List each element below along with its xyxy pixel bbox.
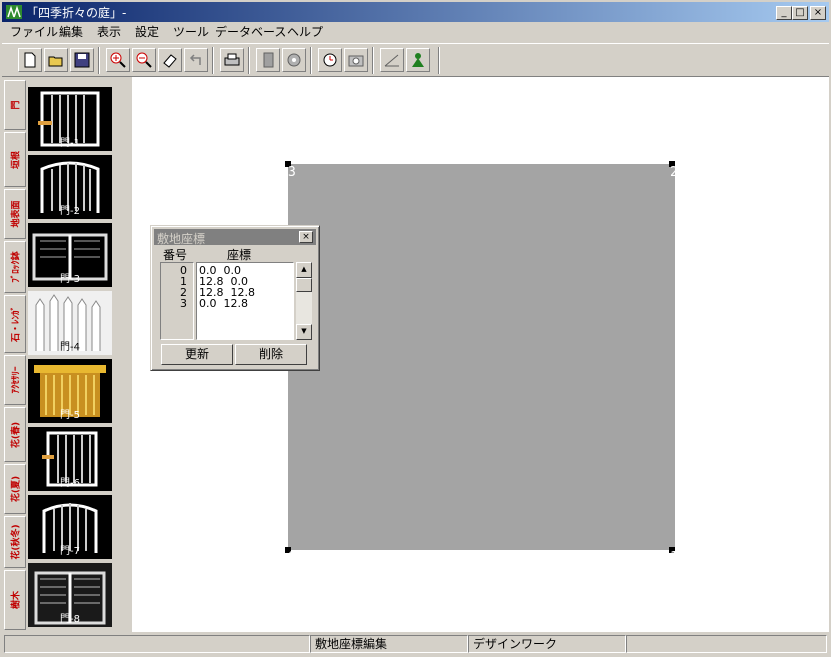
gate-thumbnail-panel: 門-1 門-2 門-3 門-4 門-5 門-6 門-7 門-8	[26, 84, 132, 632]
status-mode: 敷地座標編集	[310, 635, 468, 653]
clock-icon[interactable]	[318, 48, 342, 72]
tab-trees[interactable]: 樹木	[4, 570, 26, 630]
menu-settings[interactable]: 設定	[135, 23, 159, 40]
toolbar-separator	[212, 47, 214, 74]
window-title: 「四季折々の庭」-	[26, 6, 127, 20]
application-window: 「四季折々の庭」- _ □ × ファイル 編集 表示 設定 ツール データベース…	[0, 0, 831, 657]
menu-help[interactable]: ヘルプ	[287, 23, 323, 40]
menu-database[interactable]: データベース	[215, 23, 286, 40]
person-icon[interactable]	[406, 48, 430, 72]
title-bar: 「四季折々の庭」- _ □ ×	[2, 2, 829, 22]
corner-label-1: 1	[670, 550, 678, 565]
index-list: 0 1 2 3	[160, 262, 194, 340]
new-file-icon[interactable]	[18, 48, 42, 72]
thumbnail-label: 門-1	[60, 138, 80, 149]
menu-view[interactable]: 表示	[97, 23, 121, 40]
menu-file[interactable]: ファイル	[10, 23, 58, 40]
gate-thumbnail[interactable]: 門-8	[28, 563, 112, 627]
app-icon	[6, 5, 22, 19]
maximize-button[interactable]: □	[792, 6, 808, 20]
close-button[interactable]: ×	[810, 6, 826, 20]
toolbar-separator	[310, 47, 312, 74]
print-icon[interactable]	[220, 48, 244, 72]
thumbnail-label: 門-3	[60, 274, 80, 285]
gate-thumbnail[interactable]: 門-4	[28, 291, 112, 355]
corner-label-3: 3	[288, 165, 296, 180]
gate-thumbnail[interactable]: 門-6	[28, 427, 112, 491]
camera-settings-icon[interactable]	[282, 48, 306, 72]
thumbnail-label: 門-5	[60, 410, 80, 421]
zoom-out-icon[interactable]	[132, 48, 156, 72]
dialog-title-bar: 敷地座標 ×	[154, 229, 316, 246]
page-icon[interactable]	[256, 48, 280, 72]
gate-thumbnail[interactable]: 門-3	[28, 223, 112, 287]
status-workspace: デザインワーク	[468, 635, 626, 653]
toolbar-separator	[248, 47, 250, 74]
scroll-up-button[interactable]: ▲	[296, 262, 312, 278]
thumbnail-label: 門-7	[60, 546, 80, 557]
gate-thumbnail[interactable]: 門-7	[28, 495, 112, 559]
scroll-thumb[interactable]	[296, 278, 312, 292]
scroll-down-button[interactable]: ▼	[296, 324, 312, 340]
eraser-icon[interactable]	[158, 48, 182, 72]
status-bar: 敷地座標編集 デザインワーク	[2, 634, 829, 654]
update-button[interactable]: 更新	[161, 344, 233, 365]
thumbnail-label: 門-6	[60, 478, 80, 489]
dialog-title: 敷地座標	[157, 232, 206, 246]
photo-camera-icon[interactable]	[344, 48, 368, 72]
menu-bar: ファイル 編集 表示 設定 ツール データベース ヘルプ	[2, 22, 829, 41]
open-folder-icon[interactable]	[44, 48, 68, 72]
gate-thumbnail[interactable]: 門-5	[28, 359, 112, 423]
tab-flower-spring[interactable]: 花(春)	[4, 407, 26, 462]
gate-thumbnail[interactable]: 門-1	[28, 87, 112, 151]
delete-button[interactable]: 削除	[235, 344, 307, 365]
tab-gate[interactable]: 門	[4, 80, 26, 130]
corner-label-0: 0	[288, 550, 296, 565]
status-panel	[4, 635, 310, 653]
thumbnail-label: 門-2	[60, 206, 80, 217]
gate-thumbnail[interactable]: 門-2	[28, 155, 112, 219]
tab-accessory[interactable]: ｱｸｾｻﾘｰ	[4, 355, 26, 405]
thumbnail-label: 門-4	[60, 342, 80, 353]
toolbar-separator	[438, 47, 440, 74]
tab-block[interactable]: ﾌﾞﾛｯｸ鉢	[4, 241, 26, 293]
toolbar	[2, 43, 829, 77]
lot-polygon[interactable]	[288, 164, 675, 550]
zoom-in-icon[interactable]	[106, 48, 130, 72]
index-column-header: 番号	[163, 248, 188, 262]
status-panel	[626, 635, 827, 653]
toolbar-separator	[98, 47, 100, 74]
category-tabs: 門 垣根 地表面 ﾌﾞﾛｯｸ鉢 石・ﾚﾝｶﾞ ｱｸｾｻﾘｰ 花(春) 花(夏) …	[4, 80, 26, 632]
lot-coordinates-dialog: 敷地座標 × 番号 座標 0 1 2 3 0.0 0.0 12.8 0.0 12…	[150, 225, 320, 371]
tab-ground-surface[interactable]: 地表面	[4, 189, 26, 239]
tab-stone-brick[interactable]: 石・ﾚﾝｶﾞ	[4, 295, 26, 353]
coords-scrollbar[interactable]: ▲ ▼	[296, 262, 312, 340]
corner-label-2: 2	[670, 165, 678, 180]
menu-tools[interactable]: ツール	[173, 23, 209, 40]
dialog-close-button[interactable]: ×	[299, 231, 313, 243]
minimize-button[interactable]: _	[776, 6, 792, 20]
save-icon[interactable]	[70, 48, 94, 72]
toolbar-separator	[372, 47, 374, 74]
undo-icon[interactable]	[184, 48, 208, 72]
coords-column-header: 座標	[227, 248, 252, 262]
tab-hedge[interactable]: 垣根	[4, 132, 26, 187]
tab-flower-autumn-winter[interactable]: 花(秋冬)	[4, 516, 26, 568]
thumbnail-label: 門-8	[60, 614, 80, 625]
menu-edit[interactable]: 編集	[59, 23, 83, 40]
ruler-icon[interactable]	[380, 48, 404, 72]
tab-flower-summer[interactable]: 花(夏)	[4, 464, 26, 514]
coordinates-textarea[interactable]: 0.0 0.0 12.8 0.0 12.8 12.8 0.0 12.8	[196, 262, 294, 340]
